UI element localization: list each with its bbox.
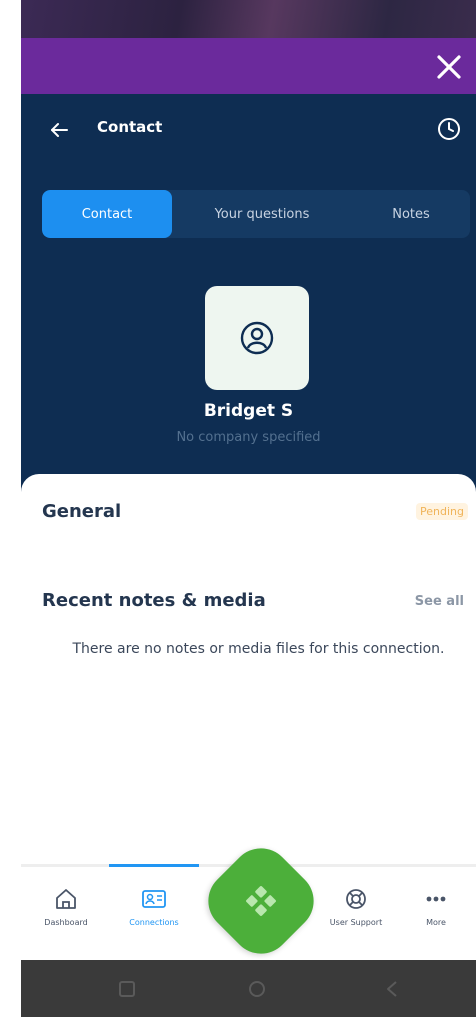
lifebuoy-icon bbox=[346, 889, 366, 909]
nav-item-user-support[interactable]: User Support bbox=[311, 886, 401, 936]
system-navigation-bar bbox=[21, 960, 476, 1017]
nav-label-user-support: User Support bbox=[329, 918, 383, 927]
history-clock-icon[interactable] bbox=[436, 116, 462, 142]
tab-your-questions[interactable]: Your questions bbox=[172, 190, 352, 238]
contact-name: Bridget S bbox=[203, 401, 294, 421]
avatar bbox=[205, 286, 309, 390]
empty-state-message: There are no notes or media files for th… bbox=[72, 641, 445, 657]
close-icon[interactable] bbox=[432, 50, 466, 84]
nav-item-dashboard[interactable]: Dashboard bbox=[21, 886, 111, 936]
tab-contact[interactable]: Contact bbox=[42, 190, 172, 238]
nav-label-connections: Connections bbox=[129, 918, 179, 927]
tab-notes[interactable]: Notes bbox=[352, 190, 470, 238]
nav-item-connections[interactable]: Connections bbox=[109, 886, 199, 936]
tab-bar: Contact Your questions Notes bbox=[42, 190, 470, 238]
back-arrow-icon[interactable] bbox=[48, 119, 70, 141]
contact-card-icon bbox=[142, 890, 166, 908]
general-heading: General bbox=[42, 501, 122, 522]
recent-apps-icon[interactable] bbox=[116, 978, 138, 1000]
user-circle-icon bbox=[240, 321, 274, 355]
nav-active-indicator bbox=[109, 864, 199, 867]
page-title: Contact bbox=[97, 118, 163, 136]
status-badge: Pending bbox=[416, 503, 468, 520]
modal-top-bar bbox=[21, 38, 476, 94]
more-dots-icon bbox=[426, 896, 446, 902]
app-screen: Contact Contact Your questions Notes Bri… bbox=[21, 0, 476, 1017]
status-bar bbox=[21, 0, 476, 38]
details-sheet: General Pending Recent notes & media See… bbox=[21, 474, 476, 864]
apps-grid-icon bbox=[246, 886, 276, 916]
nav-label-more: More bbox=[426, 918, 446, 927]
nav-label-dashboard: Dashboard bbox=[44, 918, 88, 927]
nav-item-more[interactable]: More bbox=[396, 886, 476, 936]
home-button-icon[interactable] bbox=[246, 978, 268, 1000]
home-icon bbox=[56, 889, 76, 909]
see-all-link[interactable]: See all bbox=[415, 594, 464, 609]
company-text: No company specified bbox=[176, 430, 321, 445]
recent-notes-heading: Recent notes & media bbox=[42, 590, 266, 611]
back-button-icon[interactable] bbox=[381, 978, 403, 1000]
contact-header: Contact Contact Your questions Notes Bri… bbox=[21, 94, 476, 494]
